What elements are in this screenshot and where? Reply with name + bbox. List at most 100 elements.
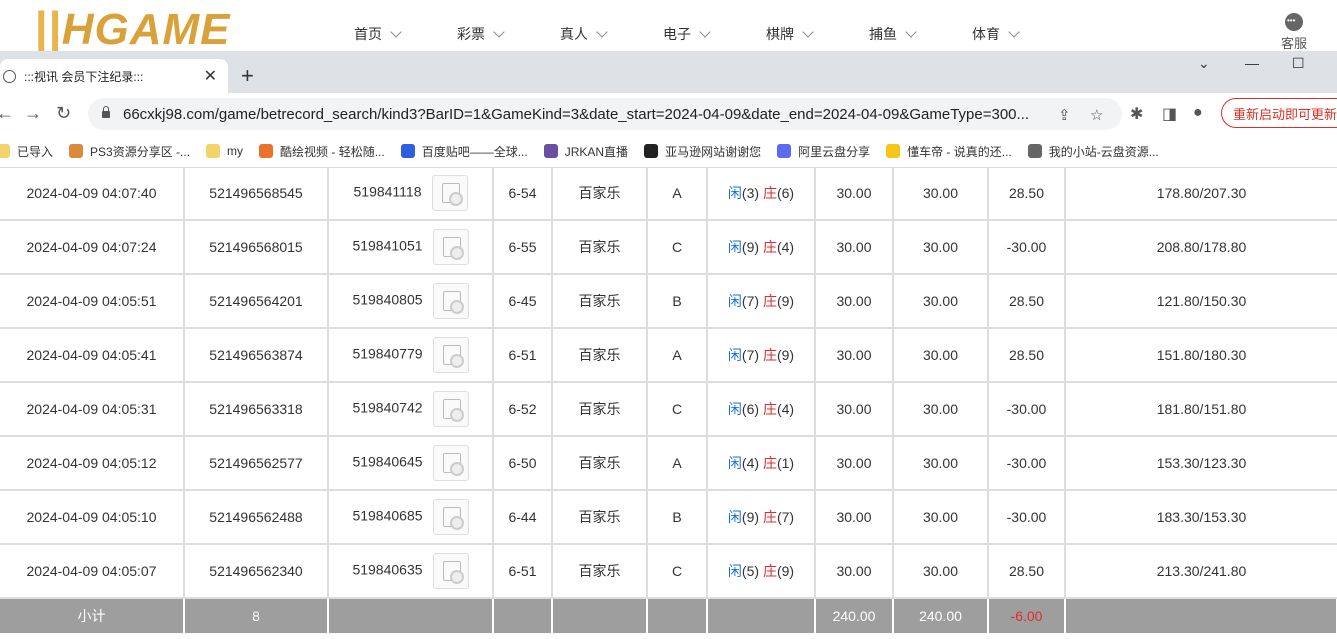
restart-to-update-button[interactable]: 重新启动即可更新 (1221, 98, 1337, 128)
bookmark-item[interactable]: JRKAN直播 (543, 143, 628, 160)
back-arrow-icon[interactable]: ← (0, 103, 14, 124)
extensions-icon[interactable]: ✱ (1130, 104, 1143, 124)
table-row: 2024-04-09 04:07:40 521496568545 519841118… (0, 167, 1337, 221)
bet-pick-cell: C (647, 382, 708, 437)
reload-icon[interactable]: ↻ (56, 103, 71, 124)
bookmark-label: 百度贴吧——全球... (421, 144, 528, 159)
site-nav-item[interactable]: 彩票 (457, 24, 560, 44)
table-row: 2024-04-09 04:05:10 521496562488 519840685… (0, 490, 1337, 545)
valid-amount-cell: 30.00 (893, 382, 989, 437)
round-id: 519841051 (352, 237, 423, 254)
site-nav-label: 体育 (972, 26, 1000, 42)
bookmark-item[interactable]: 懂车帝 - 说真的还... (886, 143, 1012, 160)
valid-amount-cell: 30.00 (893, 220, 989, 275)
forward-arrow-icon[interactable]: → (24, 103, 42, 124)
player-points: 4 (746, 455, 755, 471)
win-loss-cell: 28.50 (988, 167, 1066, 221)
tab-search-icon[interactable]: ⌄ (1198, 55, 1210, 72)
browser-chrome: :::视讯 会员下注纪录::: ✕ + ⌄ — ☐ ← → ↻ 66cxkj98… (0, 51, 1337, 168)
round-id-cell: 519841118 (328, 167, 494, 221)
subtotal-empty-cell (707, 598, 816, 633)
bet-time-cell: 2024-04-09 04:07:24 (0, 220, 185, 275)
balance-cell: 208.80/178.80 (1065, 220, 1337, 275)
share-icon[interactable]: ⇪ (1058, 106, 1071, 124)
bet-time-cell: 2024-04-09 04:05:41 (0, 328, 185, 383)
banker-label: 庄 (762, 563, 777, 579)
bet-pick-cell: A (647, 436, 708, 491)
bookmark-item[interactable]: 已导入 (0, 143, 53, 160)
side-panel-icon[interactable]: ◨ (1162, 104, 1177, 124)
video-replay-icon[interactable] (432, 229, 469, 265)
bookmark-label: 酷绘视频 - 轻松随... (280, 144, 385, 159)
chevron-down-icon (596, 26, 608, 38)
site-nav-item[interactable]: 首页 (354, 24, 457, 44)
browser-tab-active[interactable]: :::视讯 会员下注纪录::: ✕ (0, 59, 228, 93)
subtotal-row: 小计 8 240.00 240.00 -6.00 (0, 598, 1337, 633)
site-nav-item[interactable]: 电子 (663, 24, 766, 44)
bookmark-item[interactable]: PS3资源分享区 -... (69, 143, 190, 160)
round-id-cell: 519840779 (328, 328, 494, 383)
round-id: 519841118 (353, 183, 422, 200)
site-nav-item[interactable]: 捕鱼 (869, 24, 972, 44)
site-nav-label: 真人 (560, 26, 588, 42)
new-tab-button[interactable]: + (241, 63, 254, 89)
bookmark-item[interactable]: 酷绘视频 - 轻松随... (259, 143, 385, 160)
video-replay-icon[interactable] (432, 499, 469, 535)
table-row: 2024-04-09 04:07:24 521496568015 519841051… (0, 220, 1337, 275)
banker-points: 4 (781, 401, 790, 417)
round-result-cell: 闲(9) 庄(4) (707, 220, 816, 275)
balance-cell: 121.80/150.30 (1065, 274, 1337, 329)
site-nav: 首页 彩票 真人 电子 棋牌 捕鱼 体育 (354, 24, 1075, 44)
win-loss-cell: -30.00 (988, 220, 1066, 275)
customer-service-button[interactable]: 客服 (1276, 13, 1312, 52)
table-no-cell: 6-45 (493, 274, 553, 329)
round-id-cell: 519840685 (328, 490, 494, 545)
round-result-cell: 闲(5) 庄(9) (707, 544, 816, 599)
site-nav-label: 电子 (663, 26, 691, 42)
bookmark-item[interactable]: 阿里云盘分享 (777, 143, 870, 160)
bookmark-item[interactable]: 亚马逊网站谢谢您 (644, 143, 761, 160)
bookmark-item[interactable]: my (206, 144, 243, 158)
bet-id-cell: 521496562340 (184, 544, 329, 599)
site-nav-item[interactable]: 体育 (972, 24, 1075, 44)
bookmark-item[interactable]: 我的小站-云盘资源... (1027, 143, 1159, 160)
site-nav-label: 棋牌 (766, 26, 794, 42)
round-id-cell: 519840635 (328, 544, 494, 599)
video-replay-icon[interactable] (432, 553, 469, 589)
subtotal-empty-cell (552, 598, 648, 633)
video-replay-icon[interactable] (431, 175, 468, 211)
banker-points: 4 (781, 239, 790, 255)
maximize-button[interactable]: ☐ (1292, 55, 1305, 72)
bookmark-item[interactable]: 百度贴吧——全球... (400, 143, 528, 160)
table-row: 2024-04-09 04:05:41 521496563874 519840779… (0, 328, 1337, 383)
valid-amount-cell: 30.00 (893, 544, 989, 599)
address-bar[interactable]: 66cxkj98.com/game/betrecord_search/kind3… (88, 98, 1122, 130)
profile-avatar-icon[interactable]: ● (1193, 104, 1203, 122)
banker-label: 庄 (762, 347, 777, 363)
valid-amount-cell: 30.00 (893, 274, 989, 329)
banker-label: 庄 (762, 185, 777, 201)
minimize-button[interactable]: — (1245, 55, 1259, 71)
site-nav-label: 捕鱼 (869, 26, 897, 42)
player-label: 闲 (727, 347, 742, 363)
chevron-down-icon (493, 26, 505, 38)
close-tab-icon[interactable]: ✕ (204, 66, 217, 86)
video-replay-icon[interactable] (432, 445, 469, 481)
bet-amount-cell: 30.00 (815, 544, 894, 599)
site-nav-item[interactable]: 真人 (560, 24, 663, 44)
player-label: 闲 (727, 563, 742, 579)
video-replay-icon[interactable] (432, 283, 469, 319)
star-icon[interactable]: ☆ (1090, 106, 1103, 124)
round-id-cell: 519841051 (328, 220, 494, 275)
bet-amount-cell: 30.00 (815, 490, 894, 545)
bookmark-icon (400, 144, 415, 158)
table-no-cell: 6-44 (493, 490, 553, 545)
bookmark-label: my (227, 144, 244, 158)
bet-amount-cell: 30.00 (815, 274, 894, 329)
bet-records-table: 2024-04-09 04:07:40 521496568545 519841118… (0, 167, 1337, 633)
site-nav-item[interactable]: 棋牌 (766, 24, 869, 44)
player-points: 7 (746, 293, 755, 309)
site-logo[interactable]: ||HGAME (34, 5, 231, 52)
video-replay-icon[interactable] (432, 337, 469, 373)
video-replay-icon[interactable] (432, 391, 469, 427)
